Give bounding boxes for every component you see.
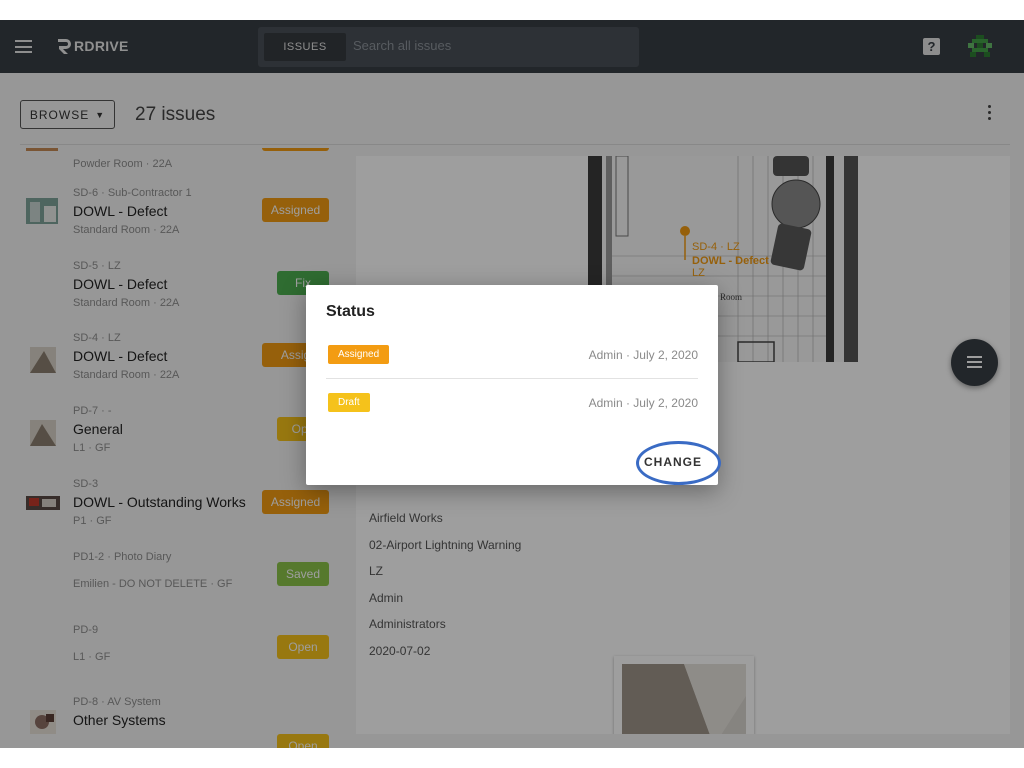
status-badge: Assigned: [328, 345, 390, 364]
highlight-circle: [636, 441, 721, 485]
dialog-title: Status: [326, 303, 375, 320]
status-history-meta: Admin · July 2, 2020: [588, 396, 698, 410]
status-badge: Draft: [328, 393, 370, 412]
status-history-row: Assigned Admin · July 2, 2020: [328, 345, 698, 367]
status-history-row: Draft Admin · July 2, 2020: [328, 393, 698, 415]
app-window: RDRIVE ISSUES Search all issues ? BROWSE…: [0, 20, 1024, 748]
status-history-meta: Admin · July 2, 2020: [588, 348, 698, 362]
dialog-divider: [326, 378, 698, 379]
